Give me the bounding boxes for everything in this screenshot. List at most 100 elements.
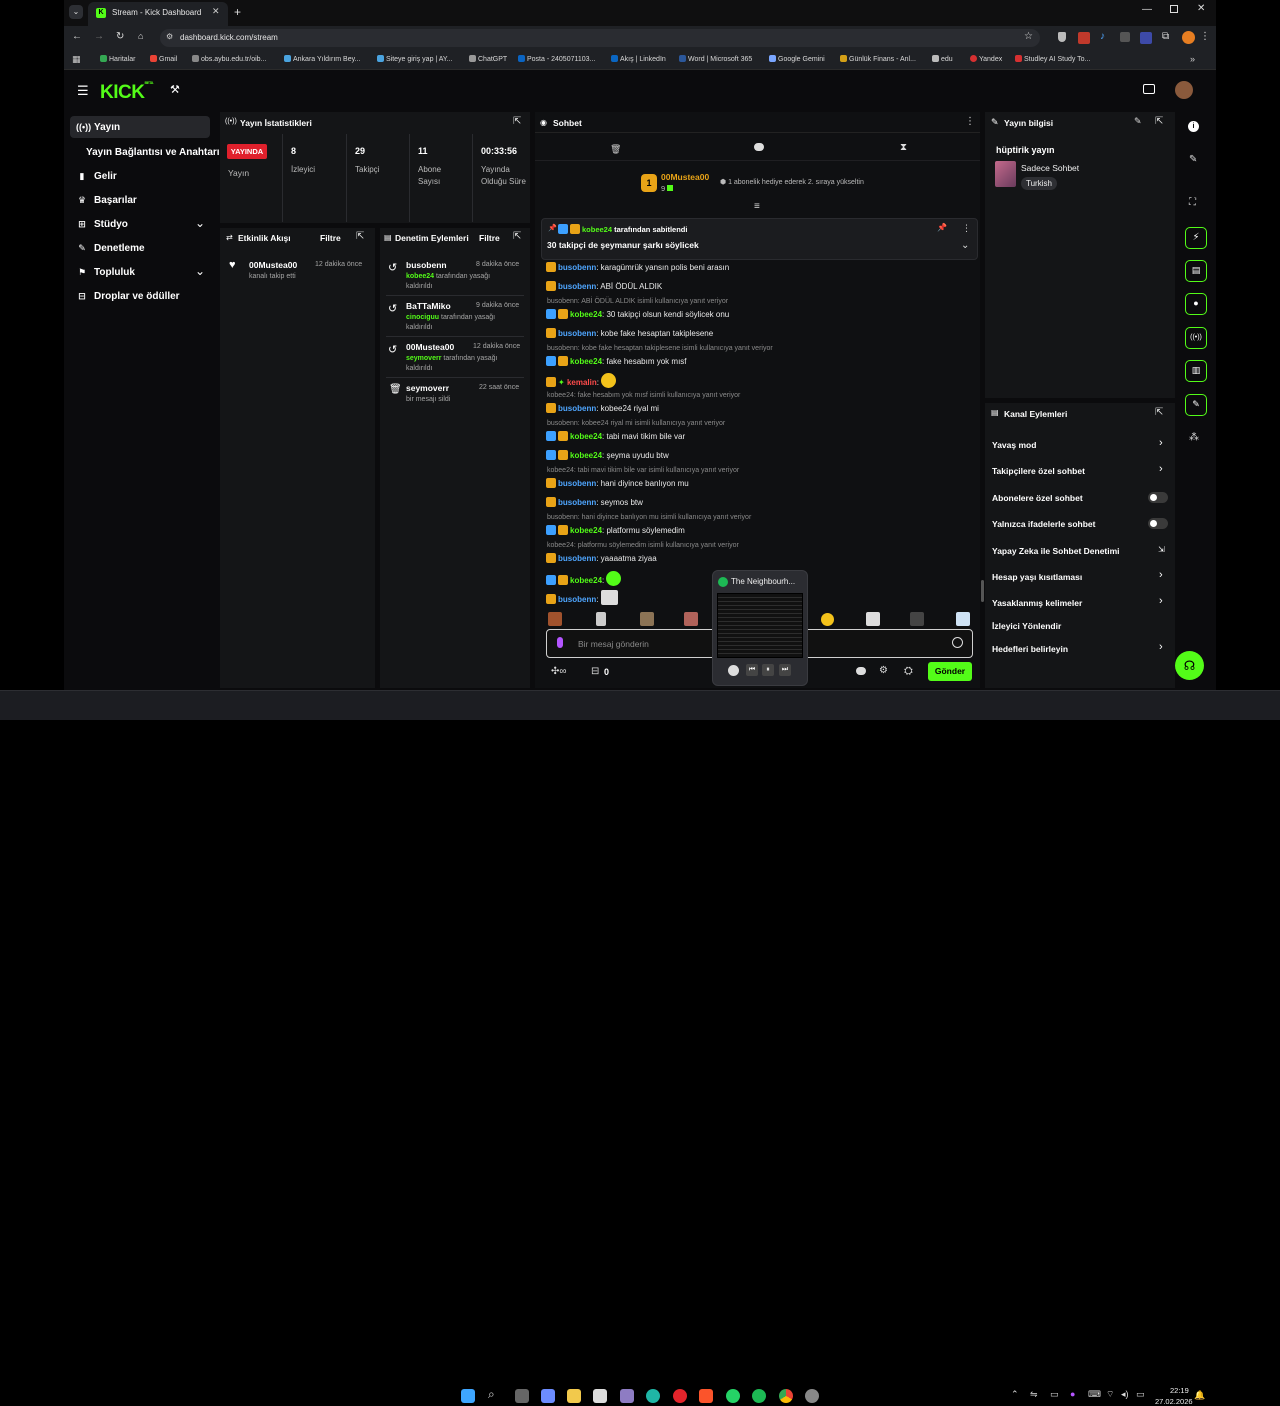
tab-close-icon[interactable]: ✕: [212, 6, 220, 17]
points-icon[interactable]: ✣∞: [551, 666, 567, 677]
emote-picker-icon[interactable]: [952, 637, 963, 648]
profile-avatar-icon[interactable]: [1182, 31, 1195, 44]
chevron-down-icon[interactable]: ⌄: [961, 240, 969, 251]
sidebar-item-denetleme[interactable]: ✎ Denetleme: [76, 243, 144, 254]
mod-user[interactable]: seymoverr: [406, 383, 449, 393]
action-label[interactable]: Takipçilere özel sohbet: [992, 466, 1085, 476]
chevron-right-icon[interactable]: ›: [1159, 641, 1163, 653]
apps-grid-icon[interactable]: ▦: [72, 54, 81, 65]
sidebar-item-gelir[interactable]: ▮ Gelir: [76, 171, 117, 182]
toggle-switch[interactable]: [1148, 492, 1168, 503]
chevron-right-icon[interactable]: ›: [1159, 569, 1163, 581]
user-avatar[interactable]: [1175, 81, 1193, 99]
chat-bubble-icon[interactable]: [856, 667, 866, 675]
chat-message[interactable]: busobenn: karagümrük yansın polis beni a…: [546, 262, 729, 272]
gift-user[interactable]: 00Mustea00: [661, 172, 709, 182]
notification-bell-icon[interactable]: 🔔: [1194, 1390, 1205, 1401]
microphone-icon[interactable]: [557, 637, 563, 648]
chat-message[interactable]: ✦ kemalin:: [546, 373, 617, 388]
gift-icon[interactable]: ⊟: [591, 666, 599, 677]
brave-icon[interactable]: [699, 1389, 713, 1403]
tab-search-button[interactable]: ⌄: [69, 5, 83, 19]
share-icon[interactable]: ⁂: [1189, 432, 1199, 443]
chat-message[interactable]: busobenn: ABİ ÖDÜL ALDIK: [546, 281, 662, 291]
action-label[interactable]: Yasaklanmış kelimeler: [992, 598, 1082, 608]
mod-user[interactable]: BaTTaMiko: [406, 301, 451, 311]
maximize-icon[interactable]: [1170, 5, 1178, 13]
minimize-icon[interactable]: —: [1142, 4, 1152, 15]
popout-icon[interactable]: ⇱: [513, 116, 521, 127]
action-label[interactable]: Yapay Zeka ile Sohbet Denetimi: [992, 546, 1120, 556]
badge-extension-icon[interactable]: [1078, 32, 1090, 44]
mod-user[interactable]: busobenn: [406, 260, 447, 270]
url-text[interactable]: dashboard.kick.com/stream: [180, 33, 278, 42]
chevron-right-icon[interactable]: ›: [1159, 437, 1163, 449]
toggle-switch[interactable]: [1148, 518, 1168, 529]
chat-message[interactable]: busobenn: yaaaatma ziyaa: [546, 553, 657, 563]
task-view-icon[interactable]: [515, 1389, 529, 1403]
chat-message[interactable]: kobee24:: [546, 571, 622, 586]
chrome-icon[interactable]: [779, 1389, 793, 1403]
lightning-button[interactable]: ⚡: [1185, 227, 1207, 249]
reload-icon[interactable]: ↻: [116, 31, 124, 42]
omnibox[interactable]: ⚙ dashboard.kick.com/stream ☆: [160, 29, 1040, 47]
list-button[interactable]: ▥: [1185, 360, 1207, 382]
emote-icon[interactable]: [866, 612, 880, 626]
forward-icon[interactable]: →: [94, 31, 104, 42]
bot-icon[interactable]: ⛭: [904, 665, 913, 678]
broadcast-button[interactable]: ((•)): [1185, 327, 1207, 349]
sidebar-item-basarilar[interactable]: ♛ Başarılar: [76, 195, 137, 206]
chat-message[interactable]: busobenn: seymos btw: [546, 497, 643, 507]
sidebar-item-yayin-label[interactable]: ((•)) Yayın: [76, 122, 120, 133]
back-icon[interactable]: ←: [72, 31, 82, 42]
search-icon[interactable]: ⌕: [488, 1387, 495, 1402]
category-name[interactable]: Sadece Sohbet: [1021, 163, 1079, 173]
chat-button[interactable]: ●: [1185, 293, 1207, 315]
pinned-menu-icon[interactable]: ⋮: [962, 223, 971, 234]
battery-icon[interactable]: ▭: [1136, 1389, 1145, 1400]
emote-icon[interactable]: [684, 612, 698, 626]
kick-logo[interactable]: KICKBETA: [100, 80, 154, 104]
emote-icon[interactable]: [910, 612, 924, 626]
document-button[interactable]: ▤: [1185, 260, 1207, 282]
tray-display-icon[interactable]: ▭: [1050, 1389, 1059, 1400]
pause-icon[interactable]: ⏸: [762, 664, 774, 676]
translate-extension-icon[interactable]: [1120, 32, 1130, 42]
mod-user[interactable]: 00Mustea00: [406, 342, 454, 352]
action-label[interactable]: Yalnızca ifadelerle sohbet: [992, 519, 1095, 529]
chat-message[interactable]: kobee24: fake hesabım yok mısf: [546, 356, 687, 366]
bookmark-item[interactable]: edu: [932, 55, 953, 63]
chevron-down-icon[interactable]: ⌄: [195, 264, 205, 278]
action-label[interactable]: Abonelere özel sohbet: [992, 493, 1083, 503]
popout-icon[interactable]: ⇱: [1155, 407, 1163, 418]
next-track-icon[interactable]: ⏭: [779, 664, 791, 676]
chat-message[interactable]: kobee24: platformu söylemedim: [546, 525, 685, 535]
chevron-right-icon[interactable]: ›: [1159, 463, 1163, 475]
bookmark-item[interactable]: Yandex: [970, 55, 1002, 63]
chat-menu-icon[interactable]: ⋮: [965, 116, 975, 127]
sidebar-item-stream-key[interactable]: Yayın Bağlantısı ve Anahtarı: [86, 147, 220, 158]
popout-icon[interactable]: ⇱: [513, 231, 521, 242]
spotify-icon[interactable]: [752, 1389, 766, 1403]
bookmark-item[interactable]: Gmail: [150, 55, 177, 63]
bookmark-item[interactable]: Ankara Yıldırım Bey...: [284, 55, 360, 63]
clock-date[interactable]: 27.02.2026: [1155, 1397, 1193, 1406]
hamburger-menu-icon[interactable]: ☰: [77, 83, 89, 99]
sidebar-item-studyo[interactable]: ⊞ Stüdyo: [76, 219, 128, 230]
edit-icon[interactable]: ✎: [1189, 154, 1197, 165]
spotify-check-icon[interactable]: [728, 665, 739, 676]
action-label[interactable]: İzleyici Yönlendir: [992, 621, 1061, 631]
wifi-icon[interactable]: ⌔: [1106, 1389, 1114, 1400]
home-icon[interactable]: ⌂: [138, 31, 143, 41]
edit-icon[interactable]: ✎: [1134, 116, 1142, 127]
external-link-icon[interactable]: ⇲: [1158, 545, 1165, 554]
bookmark-star-icon[interactable]: ☆: [1024, 31, 1033, 42]
studio-header-icon[interactable]: [1143, 84, 1155, 94]
hourglass-icon[interactable]: ⧗: [900, 142, 907, 153]
activity-user[interactable]: 00Mustea00: [249, 260, 297, 270]
chat-message[interactable]: kobee24: tabi mavi tikim bile var: [546, 431, 685, 441]
support-button[interactable]: ☊: [1175, 651, 1204, 680]
emote-icon[interactable]: [596, 612, 606, 626]
tools-hammer-icon[interactable]: ⚒: [170, 83, 180, 96]
emote-icon[interactable]: [548, 612, 562, 626]
